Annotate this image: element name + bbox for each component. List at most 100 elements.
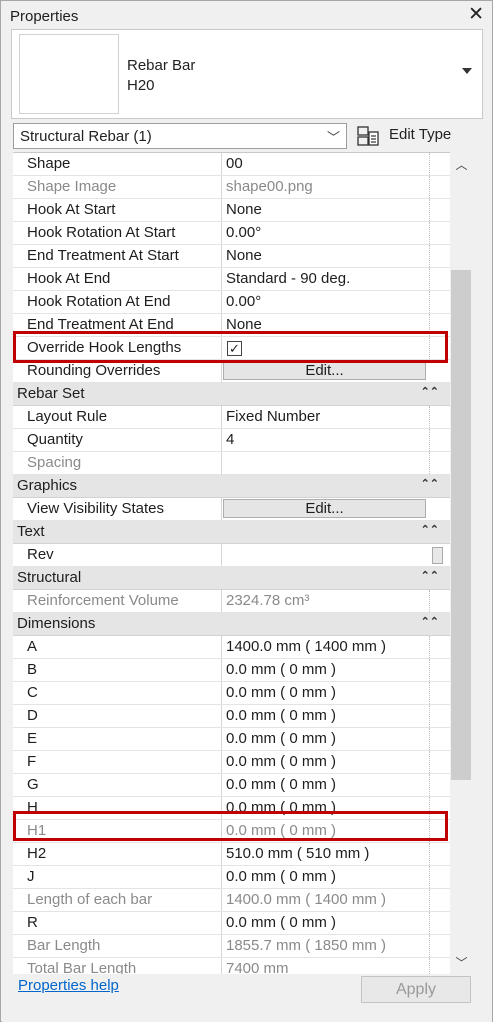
scroll-thumb[interactable]	[451, 270, 471, 780]
row-hook-at-end[interactable]: Hook At End Standard - 90 deg.	[13, 268, 450, 291]
prop-value[interactable]: 510.0 mm ( 510 mm )	[226, 845, 369, 862]
prop-value[interactable]: 1400.0 mm ( 1400 mm )	[226, 638, 386, 655]
filter-row: Structural Rebar (1) ﹀ Edit Type	[13, 123, 481, 151]
row-dim-c[interactable]: C 0.0 mm ( 0 mm )	[13, 682, 450, 705]
prop-value[interactable]: 0.0 mm ( 0 mm )	[226, 730, 336, 747]
type-preview-image	[19, 34, 119, 114]
prop-value[interactable]: Standard - 90 deg.	[226, 270, 350, 287]
row-bar-length: Bar Length 1855.7 mm ( 1850 mm )	[13, 935, 450, 958]
row-dim-g[interactable]: G 0.0 mm ( 0 mm )	[13, 774, 450, 797]
prop-value: shape00.png	[226, 178, 313, 195]
prop-value[interactable]: 0.0 mm ( 0 mm )	[226, 684, 336, 701]
row-dim-r[interactable]: R 0.0 mm ( 0 mm )	[13, 912, 450, 935]
row-dim-j[interactable]: J 0.0 mm ( 0 mm )	[13, 866, 450, 889]
prop-value[interactable]: 0.0 mm ( 0 mm )	[226, 776, 336, 793]
prop-value: 1855.7 mm ( 1850 mm )	[226, 937, 387, 954]
prop-label: Spacing	[27, 454, 82, 471]
scroll-down-arrow-icon[interactable]: ﹀	[450, 954, 473, 970]
panel-title: Properties	[10, 8, 79, 25]
row-dim-h2[interactable]: H2 510.0 mm ( 510 mm )	[13, 843, 450, 866]
prop-label: B	[27, 661, 38, 678]
prop-label: Length of each bar	[27, 891, 153, 908]
row-rounding-overrides[interactable]: Rounding Overrides Edit...	[13, 360, 450, 383]
property-grid: Shape 00 Shape Image shape00.png Hook At S…	[13, 152, 450, 975]
prop-label: C	[27, 684, 38, 701]
prop-value: 1400.0 mm ( 1400 mm )	[226, 891, 387, 908]
row-shape[interactable]: Shape 00	[13, 153, 450, 176]
prop-label: E	[27, 730, 38, 747]
highlight-override-hook-lengths	[13, 331, 448, 363]
prop-value[interactable]: 0.00°	[226, 293, 261, 310]
prop-label: Hook At End	[27, 270, 111, 287]
group-label: Rebar Set	[17, 385, 85, 402]
apply-button[interactable]: Apply	[361, 976, 471, 1003]
row-view-visibility-states[interactable]: View Visibility States Edit...	[13, 498, 450, 521]
group-structural[interactable]: Structural ⌃⌃	[13, 567, 450, 590]
prop-label: Rev	[27, 546, 54, 563]
prop-label: Bar Length	[27, 937, 101, 954]
title-bar: Properties ✕	[2, 2, 492, 29]
type-selector[interactable]: Rebar Bar H20	[11, 29, 483, 119]
prop-label: Hook Rotation At Start	[27, 224, 176, 241]
group-label: Graphics	[17, 477, 78, 494]
row-dim-e[interactable]: E 0.0 mm ( 0 mm )	[13, 728, 450, 751]
type-label: H20	[127, 77, 155, 94]
group-label: Text	[17, 523, 45, 540]
footer: Properties help Apply	[2, 974, 492, 1022]
prop-value[interactable]: Fixed Number	[226, 408, 320, 425]
prop-label: D	[27, 707, 38, 724]
group-dimensions[interactable]: Dimensions ⌃⌃	[13, 613, 450, 636]
collapse-icon[interactable]: ⌃⌃	[421, 615, 439, 628]
group-rebar-set[interactable]: Rebar Set ⌃⌃	[13, 383, 450, 406]
prop-label: Shape	[27, 155, 71, 172]
scroll-up-arrow-icon[interactable]: ︿	[450, 156, 473, 172]
category-filter-select[interactable]: Structural Rebar (1) ﹀	[13, 123, 347, 149]
row-quantity[interactable]: Quantity 4	[13, 429, 450, 452]
row-rev[interactable]: Rev	[13, 544, 450, 567]
prop-label: A	[27, 638, 38, 655]
prop-label: Hook Rotation At End	[27, 293, 171, 310]
edit-type-label: Edit Type	[389, 126, 452, 143]
collapse-icon[interactable]: ⌃⌃	[421, 569, 439, 582]
prop-value[interactable]: None	[226, 247, 262, 264]
view-visibility-edit-button[interactable]: Edit...	[223, 499, 426, 518]
row-dim-f[interactable]: F 0.0 mm ( 0 mm )	[13, 751, 450, 774]
dropdown-arrow-icon[interactable]	[462, 68, 472, 74]
group-graphics[interactable]: Graphics ⌃⌃	[13, 475, 450, 498]
prop-value[interactable]: 0.00°	[226, 224, 261, 241]
prop-value[interactable]: 0.0 mm ( 0 mm )	[226, 914, 336, 931]
prop-value[interactable]: 00	[226, 155, 243, 172]
collapse-icon[interactable]: ⌃⌃	[421, 477, 439, 490]
properties-panel: Properties ✕ Rebar Bar H20 Structural Re…	[0, 0, 493, 1022]
prop-label: Reinforcement Volume	[27, 592, 179, 609]
vertical-scrollbar[interactable]: ︿ ﹀	[450, 152, 473, 974]
properties-help-link[interactable]: Properties help	[18, 977, 119, 994]
edit-type-button[interactable]: Edit Type	[357, 123, 481, 149]
prop-value[interactable]: None	[226, 201, 262, 218]
row-end-treatment-at-start[interactable]: End Treatment At Start None	[13, 245, 450, 268]
prop-value[interactable]: 0.0 mm ( 0 mm )	[226, 707, 336, 724]
row-hook-at-start[interactable]: Hook At Start None	[13, 199, 450, 222]
row-dim-b[interactable]: B 0.0 mm ( 0 mm )	[13, 659, 450, 682]
family-name: Rebar Bar	[127, 57, 196, 74]
prop-value: 2324.78 cm³	[226, 592, 310, 609]
prop-label: Total Bar Length	[27, 960, 137, 975]
close-icon[interactable]: ✕	[468, 4, 484, 26]
row-shape-image: Shape Image shape00.png	[13, 176, 450, 199]
prop-value[interactable]: 0.0 mm ( 0 mm )	[226, 753, 336, 770]
row-layout-rule[interactable]: Layout Rule Fixed Number	[13, 406, 450, 429]
prop-value[interactable]: 4	[226, 431, 234, 448]
rev-browse-button[interactable]	[432, 547, 443, 564]
prop-label: F	[27, 753, 37, 770]
prop-value[interactable]: 0.0 mm ( 0 mm )	[226, 661, 336, 678]
row-hook-rotation-at-start[interactable]: Hook Rotation At Start 0.00°	[13, 222, 450, 245]
row-dim-a[interactable]: A 1400.0 mm ( 1400 mm )	[13, 636, 450, 659]
prop-value[interactable]: 0.0 mm ( 0 mm )	[226, 868, 336, 885]
prop-label: J	[27, 868, 35, 885]
row-dim-d[interactable]: D 0.0 mm ( 0 mm )	[13, 705, 450, 728]
row-hook-rotation-at-end[interactable]: Hook Rotation At End 0.00°	[13, 291, 450, 314]
group-text[interactable]: Text ⌃⌃	[13, 521, 450, 544]
collapse-icon[interactable]: ⌃⌃	[421, 523, 439, 536]
collapse-icon[interactable]: ⌃⌃	[421, 385, 439, 398]
rounding-overrides-edit-button[interactable]: Edit...	[223, 361, 426, 380]
